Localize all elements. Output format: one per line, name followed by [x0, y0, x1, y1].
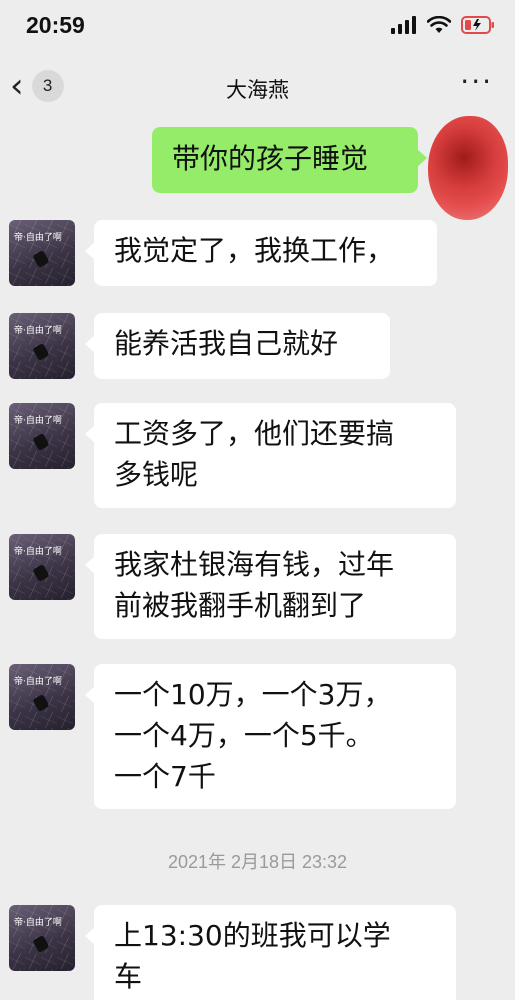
- received-message-bubble[interactable]: 一个10万，一个3万， 一个4万，一个5千。 一个7千: [85, 664, 456, 809]
- message-line: 一个4万，一个5千。: [114, 719, 374, 752]
- avatar[interactable]: 帝·自由了啊: [9, 905, 75, 971]
- message-text: 能养活我自己就好: [114, 327, 339, 360]
- message-timestamp: 2021年 2月18日 23:32: [167, 852, 348, 872]
- avatar[interactable]: 帝·自由了啊: [9, 534, 75, 600]
- signal-icon: [391, 16, 416, 34]
- received-message-bubble[interactable]: 能养活我自己就好: [85, 313, 390, 379]
- status-bar: 20:59: [0, 0, 515, 56]
- avatar[interactable]: 帝·自由了啊: [9, 220, 75, 286]
- received-message-bubble[interactable]: 我家杜银海有钱，过年 前被我翻手机翻到了: [85, 534, 456, 639]
- battery-icon: [461, 16, 494, 34]
- received-message-bubble[interactable]: 上13:30的班我可以学 车: [85, 905, 456, 1000]
- chat-header: ‹ 3 大海燕 ···: [0, 56, 515, 120]
- sent-message-bubble[interactable]: 带你的孩子睡觉: [152, 127, 427, 193]
- message-text: 我觉定了，我换工作，: [114, 234, 395, 267]
- message-text: 带你的孩子睡觉: [172, 142, 369, 175]
- message-line: 我家杜银海有钱，过年: [114, 548, 395, 581]
- message-line: 前被我翻手机翻到了: [114, 589, 367, 622]
- redacted-avatar: [428, 116, 508, 220]
- received-message-bubble[interactable]: 工资多了，他们还要搞 多钱呢: [85, 403, 456, 508]
- received-message-bubble[interactable]: 我觉定了，我换工作，: [85, 220, 437, 286]
- message-line: 一个7千: [114, 760, 216, 793]
- status-icons: [391, 16, 495, 34]
- avatar[interactable]: 帝·自由了啊: [9, 403, 75, 469]
- avatar[interactable]: 帝·自由了啊: [9, 313, 75, 379]
- more-icon[interactable]: ···: [460, 68, 493, 96]
- message-line: 工资多了，他们还要搞: [114, 417, 395, 450]
- message-line: 车: [114, 960, 143, 993]
- message-line: 上13:30的班我可以学: [114, 919, 391, 952]
- message-line: 一个10万，一个3万，: [114, 678, 392, 711]
- avatar[interactable]: 帝·自由了啊: [9, 664, 75, 730]
- status-time: 20:59: [26, 12, 85, 38]
- message-line: 多钱呢: [114, 458, 199, 491]
- wifi-icon: [427, 16, 451, 33]
- chat-title: 大海燕: [226, 78, 289, 102]
